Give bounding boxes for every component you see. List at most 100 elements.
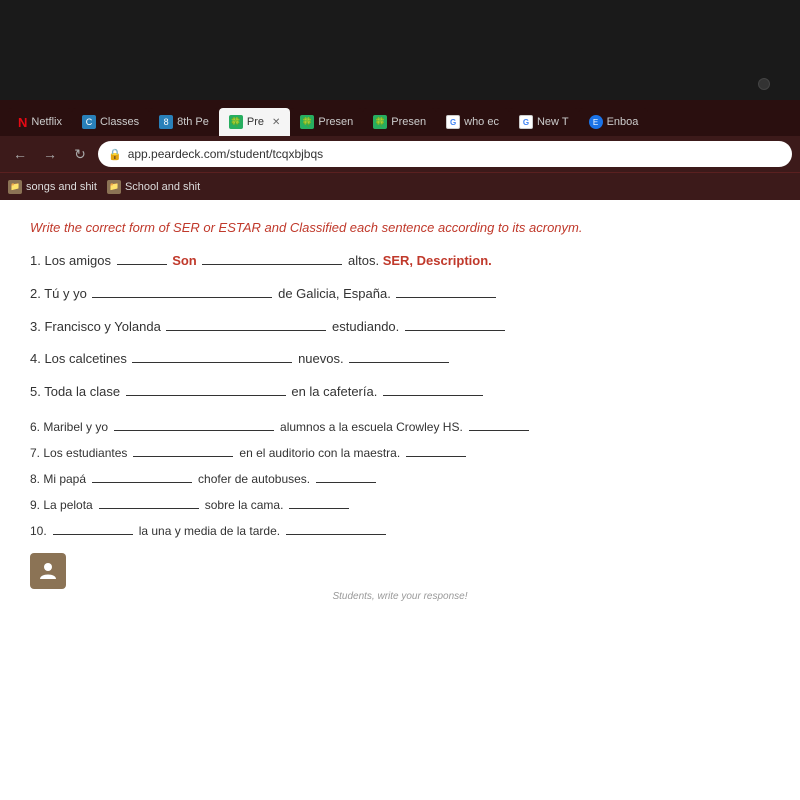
s10-num: 10. — [30, 519, 47, 543]
sentence-5-middle: en la cafetería. — [291, 384, 377, 399]
sentence-5-num: 5. Toda la clase — [30, 384, 124, 399]
s9-blank1[interactable] — [99, 508, 199, 509]
bookmark-songs-label: songs and shit — [26, 181, 97, 193]
top-bezel — [0, 0, 800, 100]
sentence-2-blank1[interactable] — [92, 297, 272, 298]
s7-num: 7. Los estudiantes — [30, 441, 127, 465]
s6-blank2[interactable] — [469, 430, 529, 431]
netflix-n-icon: N — [18, 115, 27, 130]
s6-num: 6. Maribel y yo — [30, 415, 108, 439]
sentence-1-blank1[interactable] — [117, 264, 167, 265]
tab-who[interactable]: G who ec — [436, 108, 509, 136]
sentence-1-num: 1. — [30, 253, 44, 268]
sentence-1-answer-son: Son — [172, 253, 197, 268]
s9-text: sobre la cama. — [205, 493, 284, 517]
sentence-3-num: 3. Francisco y Yolanda — [30, 319, 164, 334]
tab-newt[interactable]: G New T — [509, 108, 579, 136]
browser: N Netflix C Classes 8 8th Pe 🍀 Pre ✕ 🍀 — [0, 100, 800, 800]
s9-num: 9. La pelota — [30, 493, 93, 517]
s9-blank2[interactable] — [289, 508, 349, 509]
s7-blank1[interactable] — [133, 456, 233, 457]
forward-button[interactable]: → — [38, 142, 62, 166]
bookmarks-bar: 📁 songs and shit 📁 School and shit — [0, 172, 800, 200]
bookmark-school-icon: 📁 — [107, 180, 121, 194]
sentence-2-middle: de Galicia, España. — [278, 286, 394, 301]
sentence-5-blank2[interactable] — [383, 395, 483, 396]
sentence-2: 2. Tú y yo de Galicia, España. — [30, 284, 770, 305]
student-prompt: Students, write your response! — [30, 591, 770, 602]
reload-button[interactable]: ↻ — [68, 142, 92, 166]
sentence-3: 3. Francisco y Yolanda estudiando. — [30, 317, 770, 338]
sentence-2-num: 2. Tú y yo — [30, 286, 90, 301]
tab-classes[interactable]: C Classes — [72, 108, 149, 136]
tab-present1-label: Presen — [318, 116, 353, 128]
bookmark-school[interactable]: 📁 School and shit — [107, 180, 200, 194]
tab-newt-label: New T — [537, 116, 569, 128]
present2-icon: 🍀 — [373, 115, 387, 129]
sentence-4-middle: nuevos. — [298, 351, 344, 366]
8thper-icon: 8 — [159, 115, 173, 129]
tab-bar: N Netflix C Classes 8 8th Pe 🍀 Pre ✕ 🍀 — [0, 100, 800, 136]
camera — [758, 78, 770, 90]
s10-text: la una y media de la tarde. — [139, 519, 280, 543]
sentence-1-prefix: Los amigos — [44, 253, 114, 268]
bookmark-songs[interactable]: 📁 songs and shit — [8, 180, 97, 194]
sentence-7: 7. Los estudiantes en el auditorio con l… — [30, 441, 770, 465]
address-bar-row: ← → ↻ 🔒 app.peardeck.com/student/tcqxbjb… — [0, 136, 800, 172]
screen: N Netflix C Classes 8 8th Pe 🍀 Pre ✕ 🍀 — [0, 0, 800, 800]
s8-blank1[interactable] — [92, 482, 192, 483]
sentence-4-blank1[interactable] — [132, 362, 292, 363]
tab-pre-close[interactable]: ✕ — [272, 117, 280, 128]
s7-text: en el auditorio con la maestra. — [239, 441, 400, 465]
pre-icon: 🍀 — [229, 115, 243, 129]
tab-netflix-label: Netflix — [31, 116, 62, 128]
enboa-icon: E — [589, 115, 603, 129]
sentence-4-blank2[interactable] — [349, 362, 449, 363]
instruction: Write the correct form of SER or ESTAR a… — [30, 220, 770, 235]
sentence-3-blank2[interactable] — [405, 330, 505, 331]
s6-text: alumnos a la escuela Crowley HS. — [280, 415, 463, 439]
address-bar[interactable]: 🔒 app.peardeck.com/student/tcqxbjbqs — [98, 141, 792, 167]
bookmark-songs-icon: 📁 — [8, 180, 22, 194]
newt-icon: G — [519, 115, 533, 129]
tab-present2[interactable]: 🍀 Presen — [363, 108, 436, 136]
sentence-3-blank1[interactable] — [166, 330, 326, 331]
bookmark-school-label: School and shit — [125, 181, 200, 193]
tab-8thper[interactable]: 8 8th Pe — [149, 108, 219, 136]
s8-blank2[interactable] — [316, 482, 376, 483]
s7-blank2[interactable] — [406, 456, 466, 457]
sentence-10: 10. la una y media de la tarde. — [30, 519, 770, 543]
tab-enboa[interactable]: E Enboa — [579, 108, 649, 136]
bottom-section — [30, 553, 770, 589]
sentence-2-blank2[interactable] — [396, 297, 496, 298]
url-text: app.peardeck.com/student/tcqxbjbqs — [128, 147, 323, 161]
s10-blank1[interactable] — [53, 534, 133, 535]
tab-present2-label: Presen — [391, 116, 426, 128]
sentence-5-blank1[interactable] — [126, 395, 286, 396]
classes-icon: C — [82, 115, 96, 129]
sentence-9: 9. La pelota sobre la cama. — [30, 493, 770, 517]
back-button[interactable]: ← — [8, 142, 32, 166]
tab-enboa-label: Enboa — [607, 116, 639, 128]
sentence-1-answer: SER, Description. — [383, 253, 492, 268]
s8-num: 8. Mi papá — [30, 467, 86, 491]
sentence-1-blank2[interactable] — [202, 264, 342, 265]
tab-8thper-label: 8th Pe — [177, 116, 209, 128]
tab-present1[interactable]: 🍀 Presen — [290, 108, 363, 136]
sentence-5: 5. Toda la clase en la cafetería. — [30, 382, 770, 403]
tab-pre-label: Pre — [247, 116, 264, 128]
present1-icon: 🍀 — [300, 115, 314, 129]
person-icon — [30, 553, 66, 589]
sentence-3-middle: estudiando. — [332, 319, 399, 334]
sentence-6: 6. Maribel y yo alumnos a la escuela Cro… — [30, 415, 770, 439]
who-icon: G — [446, 115, 460, 129]
sentence-4: 4. Los calcetines nuevos. — [30, 349, 770, 370]
tab-who-label: who ec — [464, 116, 499, 128]
tab-pre[interactable]: 🍀 Pre ✕ — [219, 108, 291, 136]
lock-icon: 🔒 — [108, 148, 122, 161]
tab-netflix[interactable]: N Netflix — [8, 108, 72, 136]
sentence-4-num: 4. Los calcetines — [30, 351, 130, 366]
s6-blank1[interactable] — [114, 430, 274, 431]
s10-blank2[interactable] — [286, 534, 386, 535]
sentence-1-middle: altos. — [348, 253, 383, 268]
